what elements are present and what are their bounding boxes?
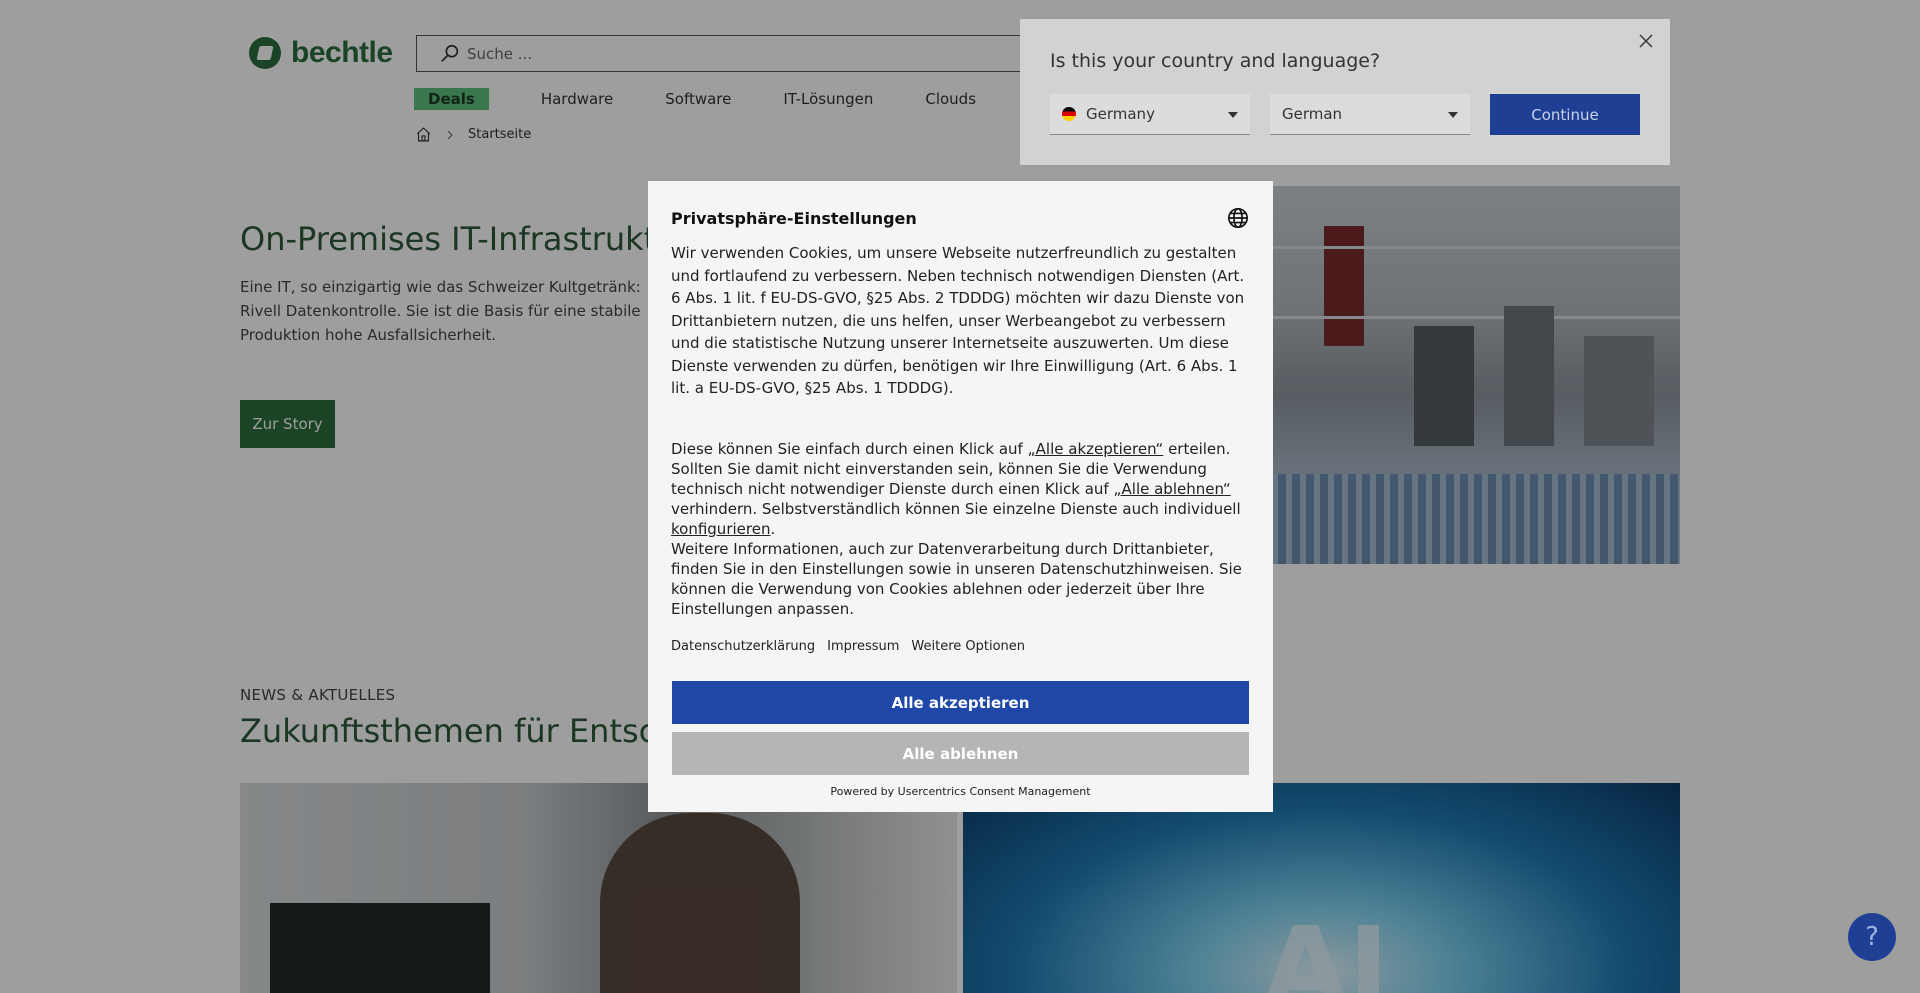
powered-by-text: Powered by Usercentrics Consent Manageme… bbox=[830, 785, 1091, 798]
cookie-choice-text-part: Diese können Sie einfach durch einen Kli… bbox=[671, 440, 1028, 458]
configure-link[interactable]: konfigurieren bbox=[671, 520, 770, 538]
cookie-choice-text-part: verhindern. Selbstverständlich können Si… bbox=[671, 500, 1241, 518]
cookie-footer-links: Datenschutzerklärung Impressum Weitere O… bbox=[671, 639, 1025, 654]
country-select-value: Germany bbox=[1086, 105, 1155, 123]
cookie-more-info-text: Weitere Informationen, auch zur Datenver… bbox=[671, 540, 1242, 618]
country-language-panel: Is this your country and language? Germa… bbox=[1020, 19, 1670, 165]
caret-down-icon bbox=[1448, 112, 1458, 118]
germany-flag-icon bbox=[1062, 107, 1076, 121]
privacy-policy-link[interactable]: Datenschutzerklärung bbox=[671, 639, 815, 654]
reject-all-button[interactable]: Alle ablehnen bbox=[672, 732, 1249, 775]
language-select[interactable]: German bbox=[1270, 94, 1470, 135]
language-select-value: German bbox=[1282, 105, 1343, 123]
close-icon[interactable] bbox=[1638, 33, 1654, 49]
caret-down-icon bbox=[1228, 112, 1238, 118]
country-question: Is this your country and language? bbox=[1050, 50, 1381, 72]
more-options-link[interactable]: Weitere Optionen bbox=[911, 639, 1025, 654]
reject-all-inline-link[interactable]: „Alle ablehnen“ bbox=[1113, 480, 1230, 498]
cookie-intro-text: Wir verwenden Cookies, um unsere Webseit… bbox=[671, 244, 1245, 397]
help-button[interactable]: ? bbox=[1848, 913, 1896, 961]
cookie-consent-dialog: Privatsphäre-Einstellungen Wir verwenden… bbox=[648, 181, 1273, 812]
accept-all-button[interactable]: Alle akzeptieren bbox=[672, 681, 1249, 724]
cookie-choice-text-part: . bbox=[770, 520, 776, 538]
continue-button[interactable]: Continue bbox=[1490, 94, 1640, 135]
cookie-dialog-title: Privatsphäre-Einstellungen bbox=[671, 209, 917, 228]
imprint-link[interactable]: Impressum bbox=[827, 639, 899, 654]
country-select[interactable]: Germany bbox=[1050, 94, 1250, 135]
language-globe-icon[interactable] bbox=[1227, 207, 1249, 229]
accept-all-inline-link[interactable]: „Alle akzeptieren“ bbox=[1028, 440, 1164, 458]
cookie-choice-text: Diese können Sie einfach durch einen Kli… bbox=[671, 439, 1256, 539]
